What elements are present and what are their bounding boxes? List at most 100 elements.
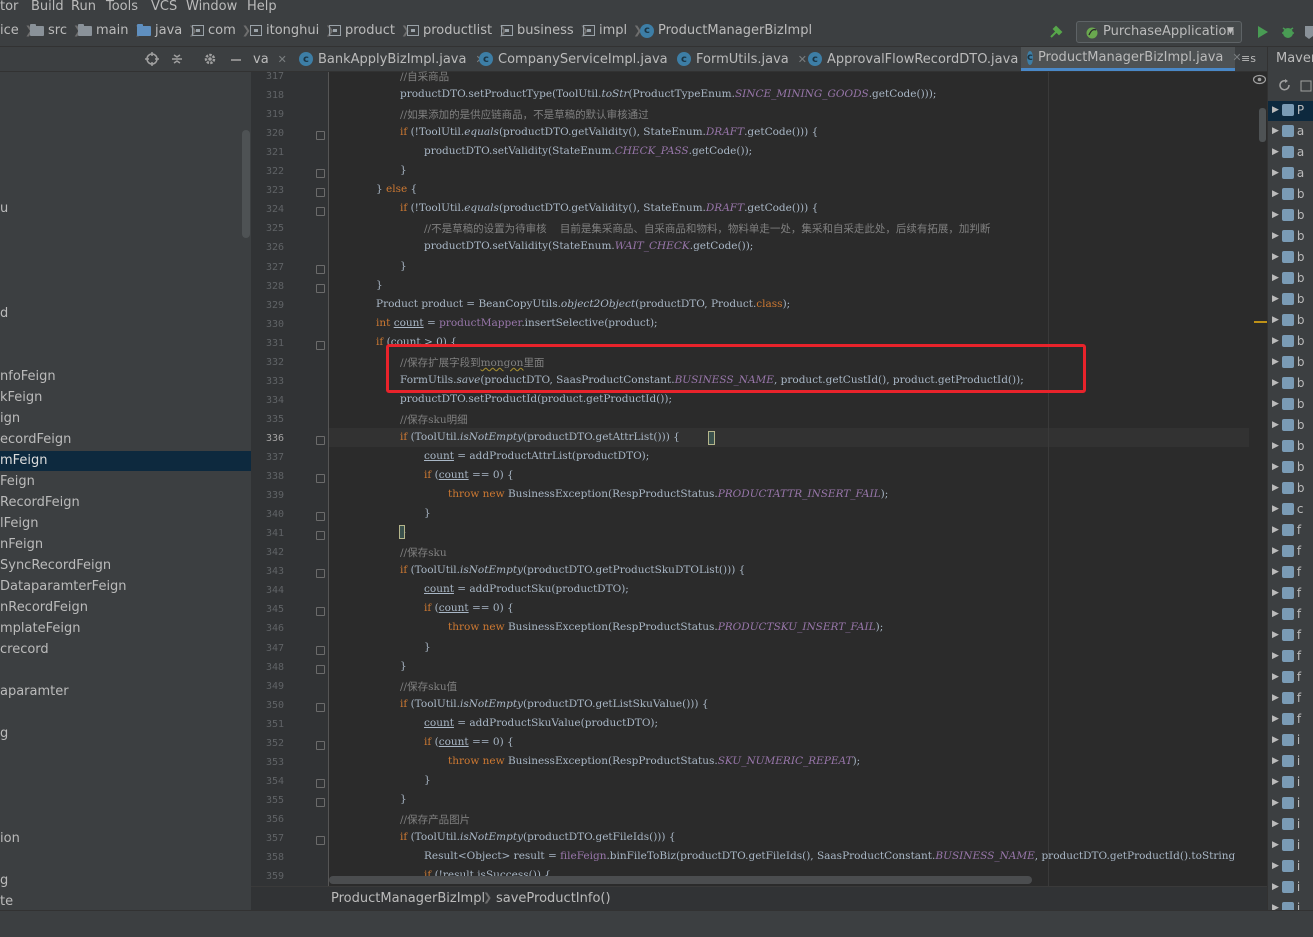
code-breadcrumb-class[interactable]: ProductManagerBizImpl <box>331 891 485 906</box>
fold-toggle-icon[interactable] <box>316 188 325 198</box>
maven-tree-item[interactable]: ▶ a <box>1272 145 1304 159</box>
project-tree-item[interactable]: mFeign <box>0 453 48 468</box>
fold-toggle-icon[interactable] <box>316 797 325 807</box>
expand-arrow-icon[interactable]: ▶ <box>1272 189 1279 199</box>
project-tree-item[interactable]: te <box>0 894 13 909</box>
breadcrumb-class[interactable]: c ProductManagerBizImpl <box>640 23 812 38</box>
project-tree-item[interactable]: nRecordFeign <box>0 600 88 615</box>
expand-arrow-icon[interactable]: ▶ <box>1272 294 1279 304</box>
expand-arrow-icon[interactable]: ▶ <box>1272 798 1279 808</box>
fold-toggle-icon[interactable] <box>316 131 325 141</box>
refresh-icon[interactable] <box>1278 79 1291 92</box>
menu-item-build[interactable]: Build <box>31 0 64 14</box>
fold-toggle-icon[interactable] <box>316 531 325 541</box>
project-tree-item[interactable]: SyncRecordFeign <box>0 558 111 573</box>
fold-toggle-icon[interactable] <box>316 836 325 845</box>
fold-toggle-icon[interactable] <box>316 664 325 674</box>
maven-tree-item[interactable]: ▶ a <box>1272 124 1304 138</box>
menu-item-vcs[interactable]: VCS <box>151 0 177 14</box>
expand-arrow-icon[interactable]: ▶ <box>1272 672 1279 682</box>
coverage-icon[interactable] <box>1303 24 1313 40</box>
breadcrumb-main[interactable]: main❯ <box>78 23 144 38</box>
maven-panel-title[interactable]: Maven <box>1276 51 1313 66</box>
project-tree-item[interactable]: d <box>0 306 8 321</box>
close-icon[interactable]: ✕ <box>278 53 287 66</box>
fold-toggle-icon[interactable] <box>316 702 325 712</box>
project-tree-item[interactable]: kFeign <box>0 390 42 405</box>
menu-item-window[interactable]: Window <box>186 0 237 14</box>
expand-arrow-icon[interactable]: ▶ <box>1272 462 1279 472</box>
run-icon[interactable] <box>1256 25 1270 39</box>
code-breadcrumb-method[interactable]: saveProductInfo() <box>496 891 611 906</box>
maven-tree-item[interactable]: ▶i <box>1272 733 1300 747</box>
editor-vertical-scrollbar[interactable] <box>1259 108 1266 142</box>
maven-tree-item[interactable]: ▶ P <box>1272 103 1304 117</box>
expand-arrow-icon[interactable]: ▶ <box>1272 378 1279 388</box>
expand-arrow-icon[interactable]: ▶ <box>1272 735 1279 745</box>
project-tree-scrollbar[interactable] <box>242 130 250 238</box>
fold-toggle-icon[interactable] <box>316 512 325 522</box>
expand-arrow-icon[interactable]: ▶ <box>1272 609 1279 619</box>
maven-tree-item[interactable]: ▶i <box>1272 817 1300 831</box>
project-tree-item[interactable]: DataparamterFeign <box>0 579 127 594</box>
project-tree-item[interactable]: nFeign <box>0 537 43 552</box>
expand-arrow-icon[interactable]: ▶ <box>1272 231 1279 241</box>
build-hammer-icon[interactable] <box>1048 24 1064 40</box>
collapse-all-icon[interactable] <box>170 52 184 66</box>
menu-item-run[interactable]: Run <box>71 0 96 14</box>
expand-arrow-icon[interactable]: ▶ <box>1272 168 1279 178</box>
maven-tree-item[interactable]: ▶ f <box>1272 544 1301 558</box>
maven-tree-item[interactable]: ▶ b <box>1272 229 1305 243</box>
expand-arrow-icon[interactable]: ▶ <box>1272 714 1279 724</box>
maven-tree-item[interactable]: ▶ b <box>1272 460 1305 474</box>
project-tree-item[interactable]: RecordFeign <box>0 495 80 510</box>
maven-tree-item[interactable]: ▶ b <box>1272 313 1305 327</box>
maven-tree-item[interactable]: ▶ b <box>1272 376 1305 390</box>
run-configuration-dropdown[interactable]: PurchaseApplication ▼ <box>1076 21 1242 43</box>
expand-arrow-icon[interactable]: ▶ <box>1272 525 1279 535</box>
tab-companyserviceimpl[interactable]: cCompanyServiceImpl.java✕ <box>475 47 686 71</box>
maven-tree-item[interactable]: ▶ f <box>1272 523 1301 537</box>
maven-tree-item[interactable]: ▶i <box>1272 754 1300 768</box>
project-tree-item[interactable]: g <box>0 873 8 888</box>
expand-arrow-icon[interactable]: ▶ <box>1272 882 1279 892</box>
expand-arrow-icon[interactable]: ▶ <box>1272 777 1279 787</box>
maven-tree-item[interactable]: ▶ b <box>1272 355 1305 369</box>
maven-tree-item[interactable]: ▶ f <box>1272 607 1301 621</box>
menu-item-tools[interactable]: Tools <box>106 0 138 14</box>
maven-tree-item[interactable]: ▶i <box>1272 859 1300 873</box>
maven-tree-item[interactable]: ▶ b <box>1272 271 1305 285</box>
maven-tree-item[interactable]: ▶ b <box>1272 208 1305 222</box>
fold-toggle-icon[interactable] <box>316 740 325 750</box>
expand-arrow-icon[interactable]: ▶ <box>1272 441 1279 451</box>
expand-arrow-icon[interactable]: ▶ <box>1272 336 1279 346</box>
expand-arrow-icon[interactable]: ▶ <box>1272 252 1279 262</box>
maven-tree-item[interactable]: ▶ b <box>1272 481 1305 495</box>
fold-toggle-icon[interactable] <box>316 778 325 788</box>
fold-toggle-icon[interactable] <box>316 169 325 179</box>
project-tree-item[interactable]: Feign <box>0 474 35 489</box>
expand-arrow-icon[interactable]: ▶ <box>1272 630 1279 640</box>
maven-add-icon[interactable] <box>1300 79 1313 92</box>
breadcrumb-java[interactable]: java ❯ <box>137 23 197 38</box>
tab-productmanagerbizimpl[interactable]: c ProductManagerBizImpl.java ✕ <box>1021 47 1242 71</box>
maven-tree-item[interactable]: ▶ f <box>1272 670 1301 684</box>
expand-arrow-icon[interactable]: ▶ <box>1272 105 1279 115</box>
tab-approvalflowrecorddto[interactable]: cApprovalFlowRecordDTO.java✕ <box>804 47 1037 71</box>
menu-item-help[interactable]: Help <box>247 0 277 14</box>
expand-arrow-icon[interactable]: ▶ <box>1272 840 1279 850</box>
project-tree-item[interactable]: lFeign <box>0 516 38 531</box>
expand-arrow-icon[interactable]: ▶ <box>1272 210 1279 220</box>
warning-stripe-marker[interactable] <box>1254 321 1267 323</box>
fold-toggle-icon[interactable] <box>316 645 325 655</box>
expand-arrow-icon[interactable]: ▶ <box>1272 483 1279 493</box>
expand-arrow-icon[interactable]: ▶ <box>1272 504 1279 514</box>
maven-tree-item[interactable]: ▶ f <box>1272 712 1301 726</box>
tab-hidden-java[interactable]: va ✕ <box>253 47 289 71</box>
breadcrumb-productlist[interactable]: productlist ❯ <box>407 23 507 38</box>
breadcrumb-module[interactable]: ice❯ <box>0 23 34 38</box>
maven-tree-item[interactable]: ▶ b <box>1272 439 1305 453</box>
maven-tree-item[interactable]: ▶ f <box>1272 586 1301 600</box>
project-tree-item[interactable]: ecordFeign <box>0 432 71 447</box>
breadcrumb-product[interactable]: product ❯ <box>329 23 410 38</box>
